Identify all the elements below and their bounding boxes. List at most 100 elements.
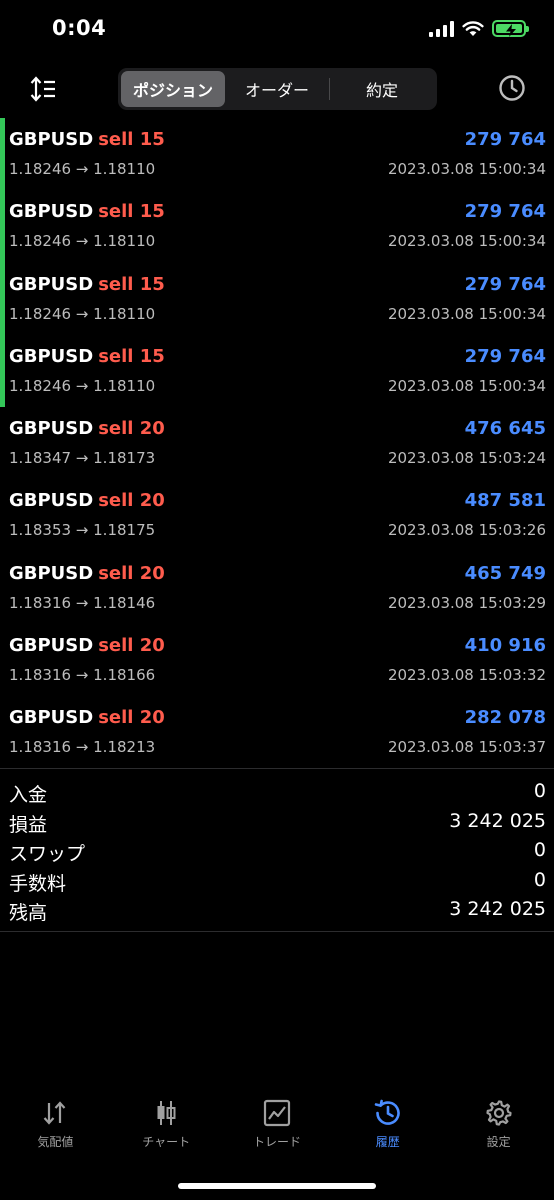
candlestick-chart-icon <box>157 1101 176 1125</box>
timestamp: 2023.03.08 15:03:32 <box>387 666 546 685</box>
price-range: 1.18316 → 1.18146 <box>9 593 156 612</box>
price-range: 1.18246 → 1.18110 <box>9 232 156 251</box>
status-bar: 0:04 <box>0 0 554 62</box>
price-range: 1.18347 → 1.18173 <box>9 449 156 468</box>
side-volume: sell 15 <box>98 201 165 223</box>
profit-value: 279 764 <box>464 345 546 367</box>
summary-value: 0 <box>533 780 546 802</box>
summary-label: 入金 <box>9 784 48 806</box>
position-title: GBPUSD sell 15 <box>9 274 165 295</box>
positions-list: GBPUSD sell 15 279 764 1.18246 → 1.18110 202… <box>0 118 554 769</box>
position-title: GBPUSD sell 15 <box>9 201 165 222</box>
position-row[interactable]: GBPUSD sell 20 487 581 1.18353 → 1.18175 202… <box>0 479 554 551</box>
symbol: GBPUSD <box>9 562 94 584</box>
profit-value: 282 078 <box>464 707 546 729</box>
side-volume: sell 20 <box>98 707 165 729</box>
account-summary: 入金 0 損益 3 242 025 スワップ 0 手数料 0 残高 3 242 025 <box>0 778 554 926</box>
side-volume: sell 20 <box>98 562 165 584</box>
summary-row: 入金 0 <box>0 778 554 808</box>
tab-history[interactable]: 履歴 <box>332 1090 443 1160</box>
summary-separator <box>0 931 554 932</box>
home-indicator <box>178 1183 376 1189</box>
side-volume: sell 20 <box>98 490 165 512</box>
summary-value: 3 242 025 <box>449 898 546 920</box>
tab-settings[interactable]: 設定 <box>443 1090 554 1160</box>
status-time: 0:04 <box>52 16 107 40</box>
summary-value: 3 242 025 <box>449 809 546 832</box>
profit-value: 279 764 <box>464 273 546 295</box>
wifi-icon <box>462 21 484 36</box>
history-segmented-control: ポジション オーダー 約定 <box>118 68 437 110</box>
settings-gear-icon <box>485 1100 512 1126</box>
side-volume: sell 20 <box>98 418 165 440</box>
profit-value: 279 764 <box>464 129 546 150</box>
tab-label: 設定 <box>486 1135 511 1149</box>
summary-label: スワップ <box>9 843 86 865</box>
side-volume: sell 15 <box>98 273 165 295</box>
side-volume: sell 15 <box>98 129 165 150</box>
timestamp: 2023.03.08 15:03:24 <box>387 449 546 468</box>
side-volume: sell 20 <box>98 635 165 657</box>
tab-quotes[interactable]: 気配値 <box>0 1090 111 1160</box>
sort-icon[interactable] <box>28 74 58 104</box>
position-row[interactable]: GBPUSD sell 20 476 645 1.18347 → 1.18173 202… <box>0 407 554 479</box>
profit-value: 476 645 <box>464 418 546 440</box>
timestamp: 2023.03.08 15:03:37 <box>387 738 546 757</box>
summary-row: スワップ 0 <box>0 837 554 867</box>
price-range: 1.18353 → 1.18175 <box>9 521 156 540</box>
price-range: 1.18246 → 1.18110 <box>9 376 156 395</box>
tab-chart[interactable]: チャート <box>111 1090 222 1160</box>
position-title: GBPUSD sell 20 <box>9 707 165 728</box>
summary-row: 残高 3 242 025 <box>0 896 554 926</box>
clock-icon[interactable] <box>498 74 526 102</box>
tab-label: 履歴 <box>375 1135 400 1149</box>
quotes-arrows-icon <box>44 1101 66 1125</box>
tab-positions[interactable]: ポジション <box>121 71 225 107</box>
side-volume: sell 15 <box>98 345 165 367</box>
symbol: GBPUSD <box>9 345 94 367</box>
header: ポジション オーダー 約定 <box>0 66 554 112</box>
summary-row: 損益 3 242 025 <box>0 808 554 838</box>
position-row[interactable]: GBPUSD sell 20 282 078 1.18316 → 1.18213 202… <box>0 696 554 768</box>
price-range: 1.18316 → 1.18213 <box>9 738 156 757</box>
timestamp: 2023.03.08 15:03:29 <box>387 593 546 612</box>
position-title: GBPUSD sell 20 <box>9 563 165 584</box>
price-range: 1.18316 → 1.18166 <box>9 666 156 685</box>
timestamp: 2023.03.08 15:00:34 <box>387 304 546 323</box>
summary-value: 0 <box>533 868 546 891</box>
profit-value: 410 916 <box>464 635 546 657</box>
position-row[interactable]: GBPUSD sell 15 279 764 1.18246 → 1.18110 202… <box>0 334 554 408</box>
tab-label: トレード <box>252 1135 301 1149</box>
symbol: GBPUSD <box>9 635 94 657</box>
position-row[interactable]: GBPUSD sell 15 279 764 1.18246 → 1.18110 202… <box>0 190 554 263</box>
symbol: GBPUSD <box>9 707 94 729</box>
tab-label: チャート <box>142 1135 191 1149</box>
summary-row: 手数料 0 <box>0 867 554 897</box>
position-row[interactable]: GBPUSD sell 15 279 764 1.18246 → 1.18110 202… <box>0 262 554 336</box>
position-title: GBPUSD sell 20 <box>9 490 165 511</box>
position-row[interactable]: GBPUSD sell 15 279 764 1.18246 → 1.18110 202… <box>0 118 554 191</box>
bottom-tab-bar: 気配値 チャート トレード 履歴 設定 <box>0 1090 554 1160</box>
cellular-signal-icon <box>429 20 454 37</box>
position-title: GBPUSD sell 15 <box>9 346 165 367</box>
symbol: GBPUSD <box>9 273 94 295</box>
tab-trade[interactable]: トレード <box>222 1090 333 1160</box>
position-title: GBPUSD sell 20 <box>9 635 165 656</box>
position-title: GBPUSD sell 20 <box>9 418 165 439</box>
tab-deals[interactable]: 約定 <box>330 71 434 107</box>
profit-value: 487 581 <box>464 490 546 512</box>
status-icons <box>429 20 529 37</box>
timestamp: 2023.03.08 15:00:34 <box>387 232 546 251</box>
history-clock-icon <box>374 1099 400 1125</box>
tab-orders[interactable]: オーダー <box>225 71 329 107</box>
symbol: GBPUSD <box>9 129 94 150</box>
tab-label: 気配値 <box>37 1135 74 1149</box>
battery-charging-icon <box>492 20 529 37</box>
position-row[interactable]: GBPUSD sell 20 410 916 1.18316 → 1.18166 202… <box>0 624 554 696</box>
summary-label: 残高 <box>9 902 48 924</box>
timestamp: 2023.03.08 15:00:34 <box>387 160 546 178</box>
position-row[interactable]: GBPUSD sell 20 465 749 1.18316 → 1.18146 202… <box>0 552 554 624</box>
symbol: GBPUSD <box>9 201 94 223</box>
trade-line-chart-icon <box>263 1099 291 1127</box>
symbol: GBPUSD <box>9 418 94 440</box>
